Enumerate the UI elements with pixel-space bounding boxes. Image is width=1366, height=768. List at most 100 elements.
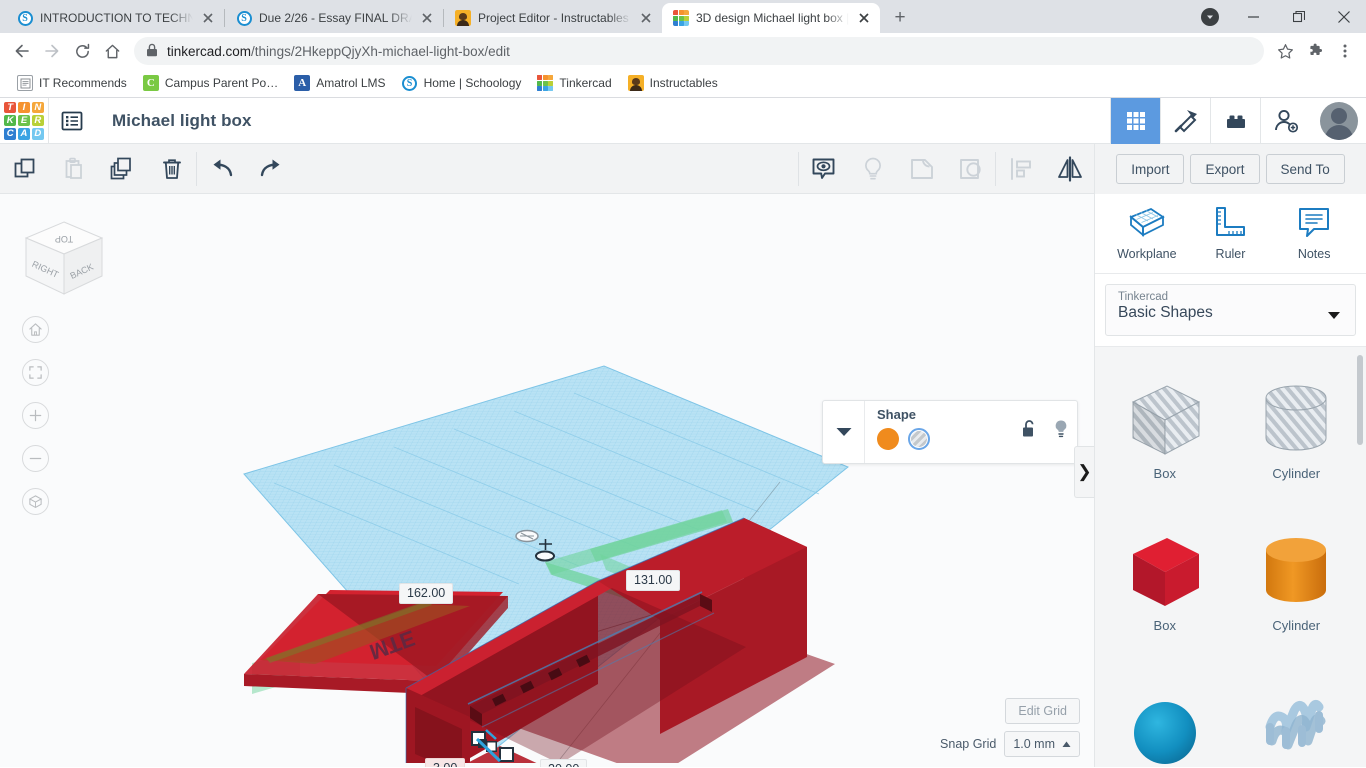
avatar[interactable] [1320, 102, 1358, 140]
bookmark-amatrol-lms[interactable]: A Amatrol LMS [287, 72, 392, 94]
delete-trash-icon[interactable] [147, 144, 196, 194]
amatrol-icon: A [294, 75, 311, 91]
bookmark-it-recommends[interactable]: IT Recommends [10, 72, 134, 94]
shape-item-cylinder-orange[interactable]: Cylinder [1231, 507, 1363, 659]
show-hide-eye-icon[interactable] [799, 144, 848, 194]
browser-tab[interactable]: S Due 2/26 - Essay FINAL DRAFT [225, 3, 443, 33]
bookmark-star-icon[interactable] [1272, 38, 1298, 64]
sidebar-scrollbar[interactable] [1357, 354, 1363, 445]
tab-title: INTRODUCTION TO TECHNOLOG [40, 11, 193, 25]
update-available-icon[interactable] [1201, 7, 1219, 26]
shape-item-sphere-blue[interactable] [1099, 659, 1231, 767]
chrome-menu-icon[interactable] [1332, 38, 1358, 64]
bookmark-instructables[interactable]: Instructables [621, 72, 725, 94]
schoology-icon: S [236, 10, 252, 26]
tinkercad-icon [673, 10, 689, 26]
hole-swatch[interactable] [908, 428, 930, 450]
shape-panel-toggles [1022, 419, 1069, 444]
redo-icon[interactable] [246, 144, 295, 194]
new-tab-button[interactable]: + [886, 4, 914, 32]
fit-to-view-button[interactable] [22, 359, 49, 386]
address-bar[interactable]: tinkercad.com/things/2HkeppQjyXh-michael… [134, 37, 1264, 65]
reload-button[interactable] [68, 37, 96, 65]
workplane-tool[interactable]: Workplane [1107, 205, 1187, 261]
align-icon[interactable] [996, 144, 1045, 194]
tinkercad-icon [537, 75, 554, 91]
home-view-button[interactable] [22, 316, 49, 343]
zoom-out-button[interactable] [22, 445, 49, 472]
zoom-in-button[interactable] [22, 402, 49, 429]
extensions-puzzle-icon[interactable] [1302, 38, 1328, 64]
dimension-label[interactable]: 3.00 [425, 758, 466, 767]
library-category: Tinkercad [1118, 290, 1169, 303]
project-list-icon[interactable] [48, 97, 94, 144]
undo-icon[interactable] [197, 144, 246, 194]
dimension-label[interactable]: 131.00 [626, 570, 681, 591]
blocks-brick-icon[interactable] [1210, 98, 1260, 144]
snap-grid-value: 1.0 mm [1013, 737, 1055, 751]
tab-close-icon[interactable] [638, 10, 654, 26]
duplicate-icon[interactable] [98, 144, 147, 194]
home-button[interactable] [98, 37, 126, 65]
send-to-button[interactable]: Send To [1265, 154, 1345, 184]
bookmark-label: Instructables [649, 76, 718, 90]
unlock-icon[interactable] [1022, 419, 1039, 444]
notes-tool[interactable]: Notes [1274, 205, 1354, 261]
import-button[interactable]: Import [1116, 154, 1185, 184]
instructables-icon [455, 10, 471, 26]
forward-button[interactable] [38, 37, 66, 65]
chevron-down-icon[interactable] [823, 401, 865, 463]
blocks-grid-icon[interactable] [1110, 98, 1160, 144]
notes-tool-label: Notes [1297, 247, 1331, 262]
lightbulb-icon[interactable] [1053, 419, 1069, 444]
paste-icon[interactable] [49, 144, 98, 194]
bookmark-label: Campus Parent Po… [164, 76, 279, 90]
panel-toggle-button[interactable]: ❯ [1074, 446, 1094, 498]
group-icon[interactable] [897, 144, 946, 194]
codeblocks-hammer-icon[interactable] [1160, 98, 1210, 144]
shape-item-box-red[interactable]: Box [1099, 507, 1231, 659]
orthographic-perspective-button[interactable] [22, 488, 49, 515]
export-button[interactable]: Export [1190, 154, 1260, 184]
tab-close-icon[interactable] [200, 10, 216, 26]
3d-canvas[interactable]: MTE TOP RIGHT BACK 162.00 131.00 Shape E… [0, 194, 1094, 767]
shape-item-scribble-blue[interactable] [1231, 659, 1363, 767]
browser-tab[interactable]: S INTRODUCTION TO TECHNOLOG [6, 3, 224, 33]
maximize-restore-button[interactable] [1276, 0, 1321, 33]
tab-close-icon[interactable] [419, 10, 435, 26]
shape-item-cylinder-hole[interactable]: Cylinder [1231, 355, 1363, 507]
bookmarks-bar: IT Recommends C Campus Parent Po… A Amat… [0, 69, 1366, 98]
back-button[interactable] [8, 37, 36, 65]
ruler-tool[interactable]: Ruler [1190, 205, 1270, 261]
tab-close-icon[interactable] [856, 10, 872, 26]
solid-orange-swatch[interactable] [877, 428, 899, 450]
dimension-label[interactable]: 20.00 [540, 759, 588, 767]
shape-library-grid[interactable]: Box Cylinder Box Cylinder [1095, 345, 1366, 767]
snap-grid-select[interactable]: 1.0 mm [1004, 731, 1080, 757]
lightbulb-icon[interactable] [848, 144, 897, 194]
shape-item-box-hole[interactable]: Box [1099, 355, 1231, 507]
edit-grid-button[interactable]: Edit Grid [1005, 698, 1080, 724]
minimize-button[interactable] [1231, 0, 1276, 33]
ungroup-icon[interactable] [946, 144, 995, 194]
tinkercad-app: TINKERCAD Michael light box Import Expor… [0, 97, 1366, 767]
bookmark-home-schoology[interactable]: S Home | Schoology [395, 72, 529, 94]
bookmark-tinkercad[interactable]: Tinkercad [530, 72, 618, 94]
close-window-button[interactable] [1321, 0, 1366, 33]
tinkercad-logo[interactable]: TINKERCAD [0, 98, 48, 144]
url-text: tinkercad.com/things/2HkeppQjyXh-michael… [167, 44, 510, 59]
header-actions [1110, 98, 1366, 144]
browser-tab[interactable]: Project Editor - Instructables [444, 3, 662, 33]
bookmark-campus-parent[interactable]: C Campus Parent Po… [136, 72, 285, 94]
tab-title: 3D design Michael light box | Tin [696, 11, 849, 25]
view-cube[interactable]: TOP RIGHT BACK [18, 212, 110, 309]
invite-person-icon[interactable] [1260, 98, 1310, 144]
shape-library-select[interactable]: Tinkercad Basic Shapes [1105, 283, 1356, 336]
dimension-label[interactable]: 162.00 [399, 583, 454, 604]
browser-tab-active[interactable]: 3D design Michael light box | Tin [662, 3, 880, 33]
mirror-flip-icon[interactable] [1045, 144, 1094, 194]
sidebar-tools: Workplane Ruler Notes [1095, 194, 1366, 274]
object-tools [798, 144, 1094, 194]
window-controls [1201, 0, 1366, 33]
copy-icon[interactable] [0, 144, 49, 194]
